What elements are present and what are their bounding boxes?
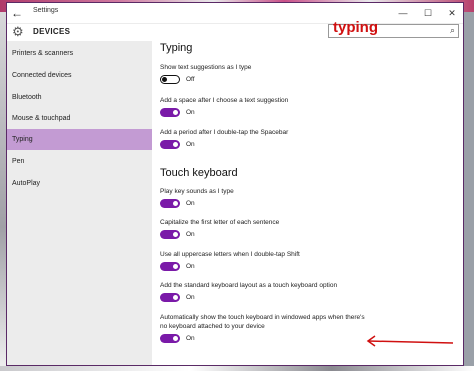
toggle-key-sounds[interactable] (160, 199, 180, 208)
minimize-button[interactable]: — (393, 5, 413, 21)
setting-label-add-period: Add a period after I double-tap the Spac… (160, 129, 289, 136)
setting-label-add-space: Add a space after I choose a text sugges… (160, 97, 289, 104)
toggle-standard-layout[interactable] (160, 293, 180, 302)
toggle-state-key-sounds: On (186, 200, 195, 207)
toggle-state-uppercase: On (186, 263, 195, 270)
back-button[interactable]: ← (9, 5, 25, 21)
close-button[interactable]: ✕ (442, 5, 462, 21)
title-bar: ← Settings — ☐ ✕ (7, 3, 463, 24)
sidebar-item-bluetooth[interactable]: Bluetooth (7, 87, 152, 108)
toggle-text-suggestions[interactable] (160, 75, 180, 84)
toggle-knob (173, 110, 178, 115)
settings-content: Typing Show text suggestions as I type O… (160, 41, 463, 365)
maximize-button[interactable]: ☐ (418, 5, 438, 21)
annotation-arrow-icon (366, 335, 454, 347)
page-title: DEVICES (33, 27, 71, 36)
sidebar-item-connected-devices[interactable]: Connected devices (7, 65, 152, 86)
toggle-knob (173, 142, 178, 147)
search-input-value: typing (333, 19, 378, 36)
settings-window: ← Settings — ☐ ✕ ⚙ DEVICES typing ⌕ Prin… (6, 2, 464, 366)
window-title: Settings (33, 7, 59, 14)
toggle-add-period[interactable] (160, 140, 180, 149)
toggle-state-auto-show-keyboard: On (186, 335, 195, 342)
toggle-state-add-space: On (186, 109, 195, 116)
setting-label-standard-layout: Add the standard keyboard layout as a to… (160, 282, 338, 289)
toggle-state-text-suggestions: Off (186, 76, 195, 83)
sidebar-item-printers-scanners[interactable]: Printers & scanners (7, 43, 152, 64)
toggle-knob (173, 295, 178, 300)
sidebar: Printers & scanners Connected devices Bl… (7, 41, 152, 365)
sidebar-item-typing[interactable]: Typing (7, 129, 152, 150)
toggle-knob (173, 201, 178, 206)
desktop-background-bottom (0, 366, 474, 371)
setting-label-uppercase: Use all uppercase letters when I double-… (160, 251, 300, 258)
toggle-knob (173, 264, 178, 269)
gear-icon: ⚙ (12, 24, 24, 39)
sidebar-item-mouse-touchpad[interactable]: Mouse & touchpad (7, 108, 152, 129)
toggle-state-capitalize: On (186, 231, 195, 238)
setting-label-text-suggestions: Show text suggestions as I type (160, 64, 252, 71)
toggle-capitalize[interactable] (160, 230, 180, 239)
sidebar-item-autoplay[interactable]: AutoPlay (7, 173, 152, 194)
toggle-uppercase[interactable] (160, 262, 180, 271)
setting-label-key-sounds: Play key sounds as I type (160, 188, 234, 195)
toggle-add-space[interactable] (160, 108, 180, 117)
toggle-knob (173, 232, 178, 237)
sidebar-item-pen[interactable]: Pen (7, 151, 152, 172)
settings-header: ⚙ DEVICES typing ⌕ (7, 19, 463, 41)
setting-label-capitalize: Capitalize the first letter of each sent… (160, 219, 280, 226)
toggle-state-standard-layout: On (186, 294, 195, 301)
section-title-typing: Typing (160, 42, 193, 54)
toggle-state-add-period: On (186, 141, 195, 148)
section-title-touch-keyboard: Touch keyboard (160, 167, 238, 179)
toggle-knob (173, 336, 178, 341)
setting-label-auto-show-keyboard: Automatically show the touch keyboard in… (160, 314, 365, 330)
search-input[interactable]: typing ⌕ (328, 19, 459, 38)
toggle-auto-show-keyboard[interactable] (160, 334, 180, 343)
toggle-knob (162, 77, 167, 82)
search-icon[interactable]: ⌕ (450, 25, 455, 36)
